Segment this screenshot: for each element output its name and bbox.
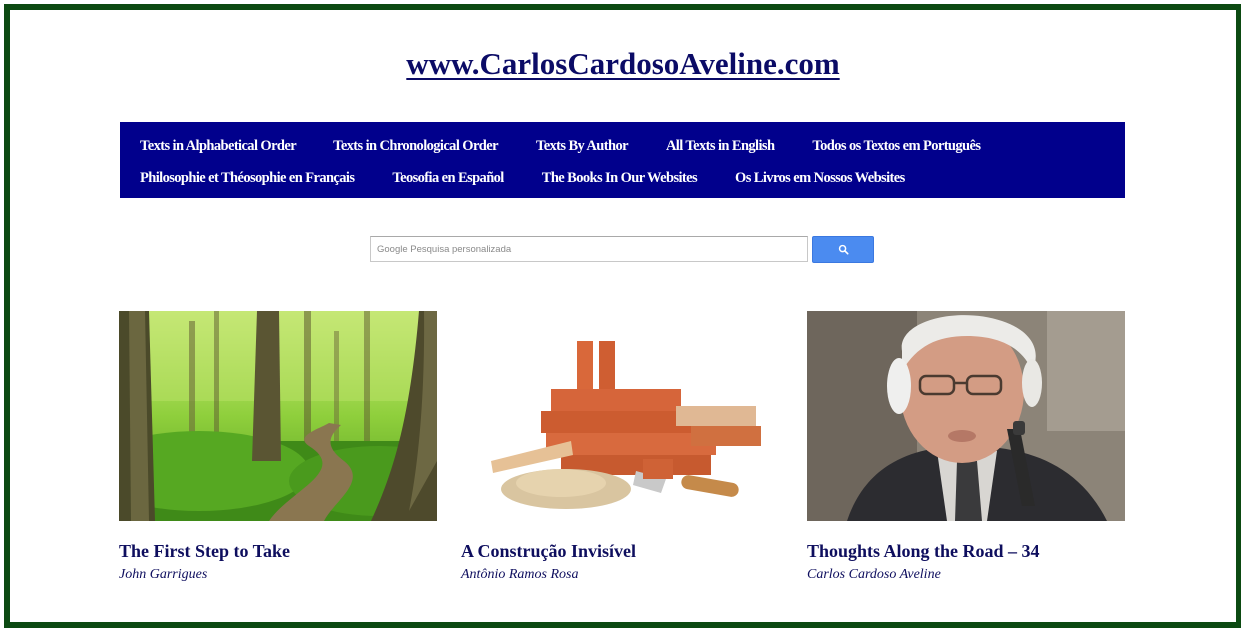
article-card: A Construção Invisível Antônio Ramos Ros… xyxy=(461,311,779,582)
article-title-link[interactable]: A Construção Invisível xyxy=(461,541,636,562)
nav-link-by-author[interactable]: Texts By Author xyxy=(536,138,629,155)
page-frame: www.CarlosCardosoAveline.com Texts in Al… xyxy=(4,4,1241,628)
search-icon xyxy=(838,244,849,255)
nav-link-books[interactable]: The Books In Our Websites xyxy=(542,170,698,187)
nav-link-alphabetical[interactable]: Texts in Alphabetical Order xyxy=(140,138,297,155)
search-button[interactable] xyxy=(812,236,874,263)
article-author: Carlos Cardoso Aveline xyxy=(807,567,941,582)
nav-row-1: Texts in Alphabetical Order Texts in Chr… xyxy=(140,130,1115,162)
article-title-link[interactable]: Thoughts Along the Road – 34 xyxy=(807,541,1040,562)
search-box xyxy=(370,236,874,263)
nav-link-chronological[interactable]: Texts in Chronological Order xyxy=(333,138,498,155)
forest-path-image[interactable] xyxy=(119,311,437,521)
nav-link-french[interactable]: Philosophie et Théosophie en Français xyxy=(140,170,355,187)
article-card: Thoughts Along the Road – 34 Carlos Card… xyxy=(807,311,1125,582)
article-author: Antônio Ramos Rosa xyxy=(461,567,579,582)
article-author: John Garrigues xyxy=(119,567,208,582)
nav-link-portuguese[interactable]: Todos os Textos em Português xyxy=(812,138,981,155)
site-title-link[interactable]: www.CarlosCardosoAveline.com xyxy=(10,46,1236,82)
search-input[interactable] xyxy=(370,236,808,262)
nav-row-2: Philosophie et Théosophie en Français Te… xyxy=(140,162,1115,194)
main-nav: Texts in Alphabetical Order Texts in Chr… xyxy=(120,122,1125,198)
nav-link-english[interactable]: All Texts in English xyxy=(666,138,775,155)
bricks-and-trowel-image[interactable] xyxy=(461,311,779,521)
nav-link-livros[interactable]: Os Livros em Nossos Websites xyxy=(735,170,905,187)
article-card: The First Step to Take John Garrigues xyxy=(119,311,437,582)
nav-link-spanish[interactable]: Teosofia en Español xyxy=(392,170,504,187)
elderly-man-with-pipe-image[interactable] xyxy=(807,311,1125,521)
article-title-link[interactable]: The First Step to Take xyxy=(119,541,290,562)
